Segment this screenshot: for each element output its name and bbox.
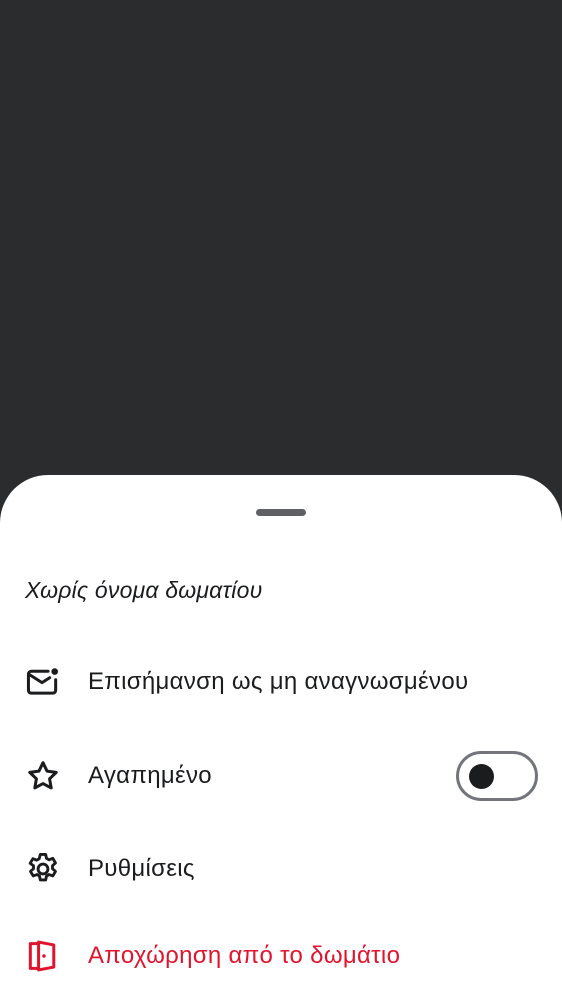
gear-icon — [24, 850, 62, 888]
favourite-item[interactable]: Αγαπημένο — [0, 743, 562, 807]
mail-unread-icon — [24, 663, 62, 701]
favourite-label: Αγαπημένο — [88, 762, 212, 789]
star-icon — [24, 757, 62, 795]
favourite-toggle[interactable] — [456, 751, 538, 801]
leave-door-icon — [24, 937, 62, 975]
mark-as-unread-label: Επισήμανση ως μη αναγνωσμένου — [88, 668, 469, 695]
room-options-bottom-sheet: Χωρίς όνομα δωματίου Επισήμανση ως μη αν… — [0, 475, 562, 1000]
sheet-title: Χωρίς όνομα δωματίου — [25, 577, 263, 603]
toggle-knob — [469, 764, 494, 789]
leave-room-label: Αποχώρηση από το δωμάτιο — [88, 942, 401, 969]
settings-item[interactable]: Ρυθμίσεις — [0, 836, 562, 900]
drag-handle[interactable] — [256, 509, 306, 516]
mark-as-unread-item[interactable]: Επισήμανση ως μη αναγνωσμένου — [0, 649, 562, 713]
leave-room-item[interactable]: Αποχώρηση από το δωμάτιο — [0, 923, 562, 987]
settings-label: Ρυθμίσεις — [88, 855, 195, 882]
